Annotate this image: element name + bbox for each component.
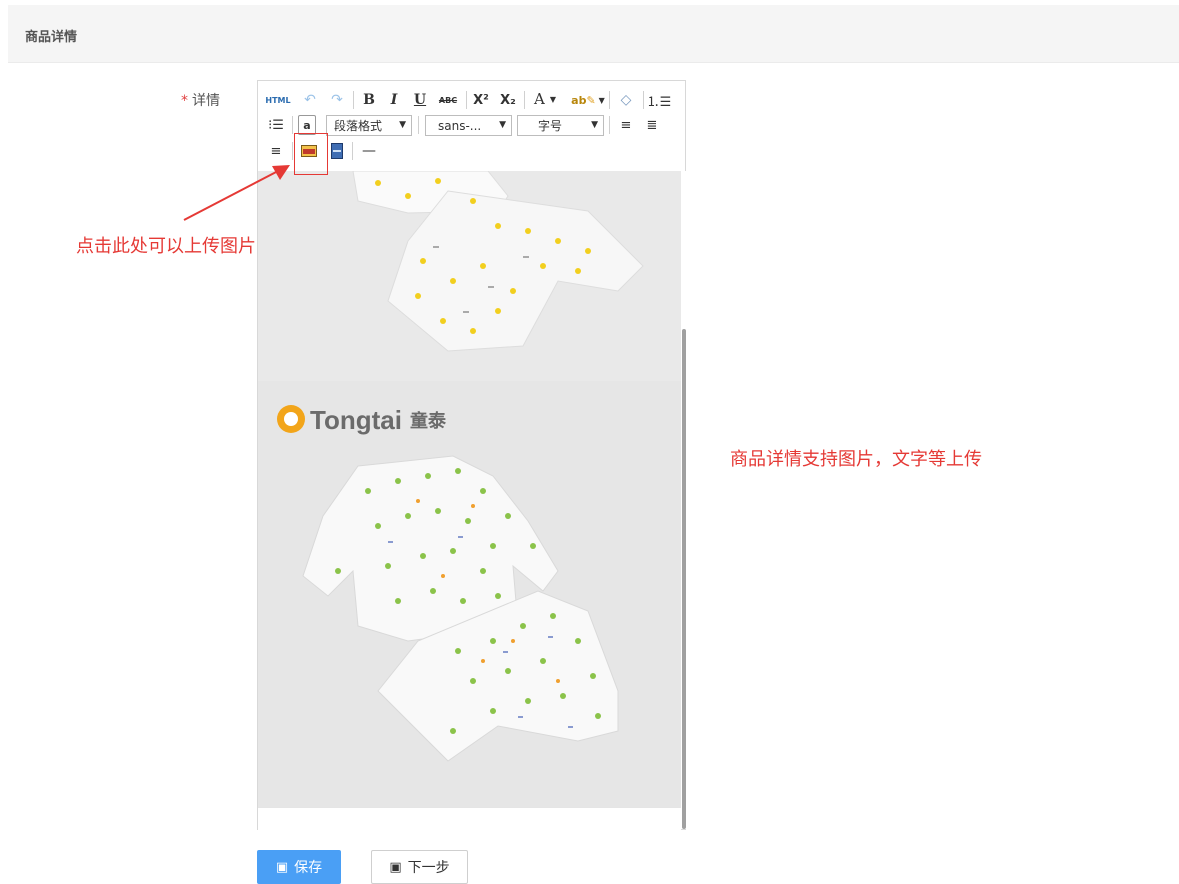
strikethrough-button[interactable]: ABC xyxy=(436,90,460,110)
next-step-button-label: 下一步 xyxy=(407,860,450,876)
scrollbar-thumb[interactable] xyxy=(682,329,686,829)
save-icon: ▣ xyxy=(275,859,289,875)
section-header: 商品详情 xyxy=(8,5,1179,63)
subscript-button[interactable]: X₂ xyxy=(497,90,519,110)
save-button-label: 保存 xyxy=(294,860,323,876)
redo-icon[interactable]: ↷ xyxy=(327,90,347,110)
support-hint-annotation: 商品详情支持图片，文字等上传 xyxy=(730,449,982,470)
paragraph-format-select[interactable]: 段落格式 ▼ xyxy=(326,115,412,136)
editor-bottom-bar xyxy=(258,807,681,830)
detail-label-text: 详情 xyxy=(192,93,220,109)
align-left-icon[interactable]: ≡ xyxy=(616,115,636,135)
floppy-icon: ▣ xyxy=(389,859,402,875)
font-family-select[interactable]: sans-... ▼ xyxy=(425,115,512,136)
required-mark: * xyxy=(181,93,188,109)
brand-logo-chinese: 童泰 xyxy=(410,410,447,432)
superscript-button[interactable]: X² xyxy=(470,90,492,110)
editor-content-area[interactable]: Tongtai 童泰 xyxy=(258,171,681,807)
italic-button[interactable]: I xyxy=(384,90,404,110)
unordered-list-icon[interactable]: ⁝☰ xyxy=(266,115,286,135)
save-button[interactable]: ▣ 保存 xyxy=(257,850,341,884)
upload-hint-annotation: 点击此处可以上传图片 xyxy=(76,236,256,257)
undo-icon[interactable]: ↶ xyxy=(300,90,320,110)
editor-scrollbar[interactable] xyxy=(681,171,686,829)
detail-field-label: * 详情 xyxy=(181,90,220,110)
ordered-list-icon[interactable]: ⒈☰ xyxy=(647,90,672,110)
insert-video-icon[interactable] xyxy=(328,141,346,161)
html-source-button[interactable]: HTML xyxy=(265,90,290,110)
next-step-button[interactable]: ▣ 下一步 xyxy=(371,850,468,884)
underline-button[interactable]: U xyxy=(410,90,430,110)
section-title: 商品详情 xyxy=(25,30,78,45)
bold-button[interactable]: B xyxy=(359,90,379,110)
align-center-icon[interactable]: ≣ xyxy=(642,115,662,135)
brand-logo-text: Tongtai xyxy=(310,405,402,435)
rich-text-editor[interactable]: HTML ↶ ↷ B I U ABC X² X₂ A ▼ ab ✎ ▼ ◇ ⒈☰ ⁝☰… xyxy=(257,80,686,830)
annotation-arrow xyxy=(183,165,290,221)
eraser-icon[interactable]: ◇ xyxy=(616,90,636,110)
anchor-icon[interactable]: a xyxy=(298,115,316,135)
font-size-select[interactable]: 字号 ▼ xyxy=(517,115,604,136)
align-right-icon[interactable]: ≡ xyxy=(266,141,286,161)
horizontal-rule-button[interactable]: — xyxy=(358,141,380,161)
font-color-button[interactable]: A ▼ xyxy=(530,89,560,109)
highlight-button[interactable]: ab ✎ ▼ xyxy=(571,90,605,110)
product-image: Tongtai 童泰 xyxy=(258,171,681,807)
